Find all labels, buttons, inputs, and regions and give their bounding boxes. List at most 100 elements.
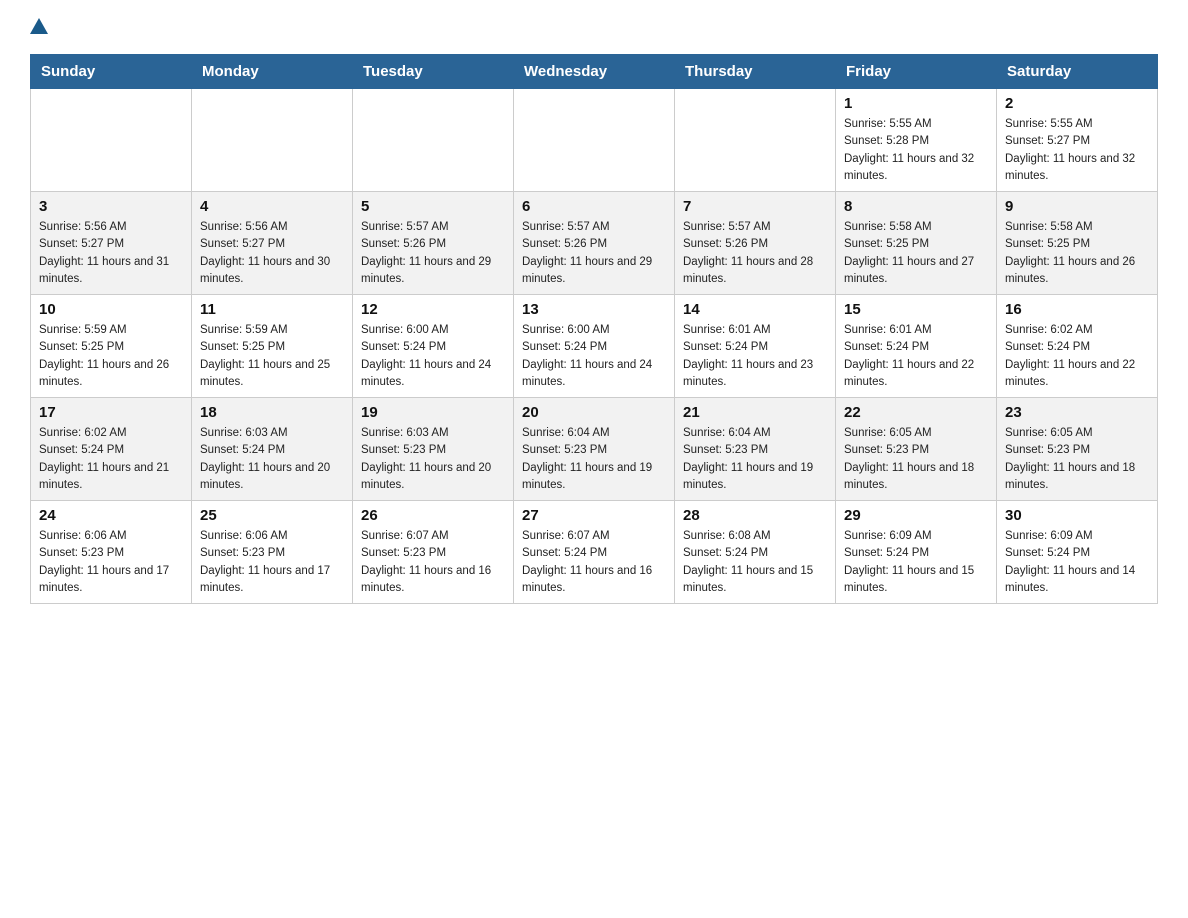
calendar-day-cell: 12 Sunrise: 6:00 AM Sunset: 5:24 PM Dayli… (353, 295, 514, 398)
day-info: Sunrise: 5:57 AM Sunset: 5:26 PM Dayligh… (683, 219, 827, 288)
day-number: 12 (361, 301, 505, 318)
day-number: 29 (844, 507, 988, 524)
day-number: 13 (522, 301, 666, 318)
day-info: Sunrise: 6:01 AM Sunset: 5:24 PM Dayligh… (683, 322, 827, 391)
day-number: 5 (361, 198, 505, 215)
day-number: 23 (1005, 404, 1149, 421)
calendar-week-row: 24 Sunrise: 6:06 AM Sunset: 5:23 PM Dayli… (31, 501, 1158, 604)
calendar-table: SundayMondayTuesdayWednesdayThursdayFrid… (30, 54, 1158, 604)
day-number: 25 (200, 507, 344, 524)
day-number: 18 (200, 404, 344, 421)
calendar-day-cell: 7 Sunrise: 5:57 AM Sunset: 5:26 PM Daylig… (675, 192, 836, 295)
day-number: 21 (683, 404, 827, 421)
day-info: Sunrise: 6:06 AM Sunset: 5:23 PM Dayligh… (200, 528, 344, 597)
calendar-day-cell: 11Sunrise: 5:59 AM Sunset: 5:25 PM Dayli… (192, 295, 353, 398)
weekday-header-cell: Thursday (675, 55, 836, 89)
calendar-day-cell (514, 89, 675, 192)
calendar-day-cell: 1 Sunrise: 5:55 AM Sunset: 5:28 PM Daylig… (836, 89, 997, 192)
calendar-day-cell: 2 Sunrise: 5:55 AM Sunset: 5:27 PM Daylig… (997, 89, 1158, 192)
day-info: Sunrise: 5:58 AM Sunset: 5:25 PM Dayligh… (844, 219, 988, 288)
day-number: 14 (683, 301, 827, 318)
day-info: Sunrise: 6:08 AM Sunset: 5:24 PM Dayligh… (683, 528, 827, 597)
calendar-day-cell: 30 Sunrise: 6:09 AM Sunset: 5:24 PM Dayli… (997, 501, 1158, 604)
calendar-day-cell: 26 Sunrise: 6:07 AM Sunset: 5:23 PM Dayli… (353, 501, 514, 604)
day-info: Sunrise: 6:07 AM Sunset: 5:23 PM Dayligh… (361, 528, 505, 597)
weekday-header-cell: Wednesday (514, 55, 675, 89)
day-number: 9 (1005, 198, 1149, 215)
calendar-day-cell: 14 Sunrise: 6:01 AM Sunset: 5:24 PM Dayli… (675, 295, 836, 398)
calendar-day-cell: 28Sunrise: 6:08 AM Sunset: 5:24 PM Dayli… (675, 501, 836, 604)
calendar-day-cell: 6Sunrise: 5:57 AM Sunset: 5:26 PM Daylig… (514, 192, 675, 295)
calendar-week-row: 17 Sunrise: 6:02 AM Sunset: 5:24 PM Dayli… (31, 398, 1158, 501)
calendar-day-cell (192, 89, 353, 192)
calendar-week-row: 1 Sunrise: 5:55 AM Sunset: 5:28 PM Daylig… (31, 89, 1158, 192)
day-number: 22 (844, 404, 988, 421)
day-info: Sunrise: 5:55 AM Sunset: 5:28 PM Dayligh… (844, 116, 988, 185)
day-info: Sunrise: 5:59 AM Sunset: 5:25 PM Dayligh… (39, 322, 183, 391)
day-number: 26 (361, 507, 505, 524)
logo (30, 20, 49, 36)
day-number: 27 (522, 507, 666, 524)
calendar-day-cell: 22Sunrise: 6:05 AM Sunset: 5:23 PM Dayli… (836, 398, 997, 501)
day-info: Sunrise: 6:00 AM Sunset: 5:24 PM Dayligh… (361, 322, 505, 391)
calendar-day-cell: 10 Sunrise: 5:59 AM Sunset: 5:25 PM Dayli… (31, 295, 192, 398)
calendar-body: 1 Sunrise: 5:55 AM Sunset: 5:28 PM Daylig… (31, 89, 1158, 604)
calendar-day-cell (353, 89, 514, 192)
day-info: Sunrise: 6:09 AM Sunset: 5:24 PM Dayligh… (1005, 528, 1149, 597)
day-info: Sunrise: 6:02 AM Sunset: 5:24 PM Dayligh… (39, 425, 183, 494)
day-number: 30 (1005, 507, 1149, 524)
day-info: Sunrise: 6:05 AM Sunset: 5:23 PM Dayligh… (1005, 425, 1149, 494)
day-info: Sunrise: 6:03 AM Sunset: 5:24 PM Dayligh… (200, 425, 344, 494)
calendar-day-cell: 19Sunrise: 6:03 AM Sunset: 5:23 PM Dayli… (353, 398, 514, 501)
calendar-day-cell: 27Sunrise: 6:07 AM Sunset: 5:24 PM Dayli… (514, 501, 675, 604)
day-info: Sunrise: 6:09 AM Sunset: 5:24 PM Dayligh… (844, 528, 988, 597)
calendar-day-cell: 9Sunrise: 5:58 AM Sunset: 5:25 PM Daylig… (997, 192, 1158, 295)
day-info: Sunrise: 6:04 AM Sunset: 5:23 PM Dayligh… (683, 425, 827, 494)
day-number: 10 (39, 301, 183, 318)
calendar-week-row: 10 Sunrise: 5:59 AM Sunset: 5:25 PM Dayli… (31, 295, 1158, 398)
day-number: 7 (683, 198, 827, 215)
day-info: Sunrise: 5:57 AM Sunset: 5:26 PM Dayligh… (361, 219, 505, 288)
weekday-header-row: SundayMondayTuesdayWednesdayThursdayFrid… (31, 55, 1158, 89)
calendar-day-cell (31, 89, 192, 192)
day-number: 6 (522, 198, 666, 215)
calendar-week-row: 3 Sunrise: 5:56 AM Sunset: 5:27 PM Daylig… (31, 192, 1158, 295)
calendar-day-cell: 20 Sunrise: 6:04 AM Sunset: 5:23 PM Dayli… (514, 398, 675, 501)
calendar-day-cell (675, 89, 836, 192)
day-number: 1 (844, 95, 988, 112)
day-number: 11 (200, 301, 344, 318)
weekday-header-cell: Tuesday (353, 55, 514, 89)
calendar-day-cell: 13 Sunrise: 6:00 AM Sunset: 5:24 PM Dayli… (514, 295, 675, 398)
day-info: Sunrise: 5:56 AM Sunset: 5:27 PM Dayligh… (200, 219, 344, 288)
calendar-day-cell: 16 Sunrise: 6:02 AM Sunset: 5:24 PM Dayli… (997, 295, 1158, 398)
weekday-header-cell: Friday (836, 55, 997, 89)
day-number: 20 (522, 404, 666, 421)
day-number: 2 (1005, 95, 1149, 112)
day-number: 16 (1005, 301, 1149, 318)
calendar-day-cell: 24Sunrise: 6:06 AM Sunset: 5:23 PM Dayli… (31, 501, 192, 604)
weekday-header-cell: Sunday (31, 55, 192, 89)
calendar-header: SundayMondayTuesdayWednesdayThursdayFrid… (31, 55, 1158, 89)
day-number: 3 (39, 198, 183, 215)
day-info: Sunrise: 5:56 AM Sunset: 5:27 PM Dayligh… (39, 219, 183, 288)
page-header (30, 20, 1158, 36)
day-info: Sunrise: 6:04 AM Sunset: 5:23 PM Dayligh… (522, 425, 666, 494)
weekday-header-cell: Monday (192, 55, 353, 89)
calendar-day-cell: 3 Sunrise: 5:56 AM Sunset: 5:27 PM Daylig… (31, 192, 192, 295)
calendar-day-cell: 17 Sunrise: 6:02 AM Sunset: 5:24 PM Dayli… (31, 398, 192, 501)
calendar-day-cell: 8Sunrise: 5:58 AM Sunset: 5:25 PM Daylig… (836, 192, 997, 295)
logo-triangle-icon (30, 18, 48, 34)
day-number: 15 (844, 301, 988, 318)
day-info: Sunrise: 5:55 AM Sunset: 5:27 PM Dayligh… (1005, 116, 1149, 185)
day-info: Sunrise: 6:02 AM Sunset: 5:24 PM Dayligh… (1005, 322, 1149, 391)
day-number: 24 (39, 507, 183, 524)
day-number: 19 (361, 404, 505, 421)
day-number: 17 (39, 404, 183, 421)
calendar-day-cell: 5 Sunrise: 5:57 AM Sunset: 5:26 PM Daylig… (353, 192, 514, 295)
calendar-day-cell: 29 Sunrise: 6:09 AM Sunset: 5:24 PM Dayli… (836, 501, 997, 604)
weekday-header-cell: Saturday (997, 55, 1158, 89)
calendar-day-cell: 25 Sunrise: 6:06 AM Sunset: 5:23 PM Dayli… (192, 501, 353, 604)
day-number: 4 (200, 198, 344, 215)
day-info: Sunrise: 6:00 AM Sunset: 5:24 PM Dayligh… (522, 322, 666, 391)
day-info: Sunrise: 6:01 AM Sunset: 5:24 PM Dayligh… (844, 322, 988, 391)
